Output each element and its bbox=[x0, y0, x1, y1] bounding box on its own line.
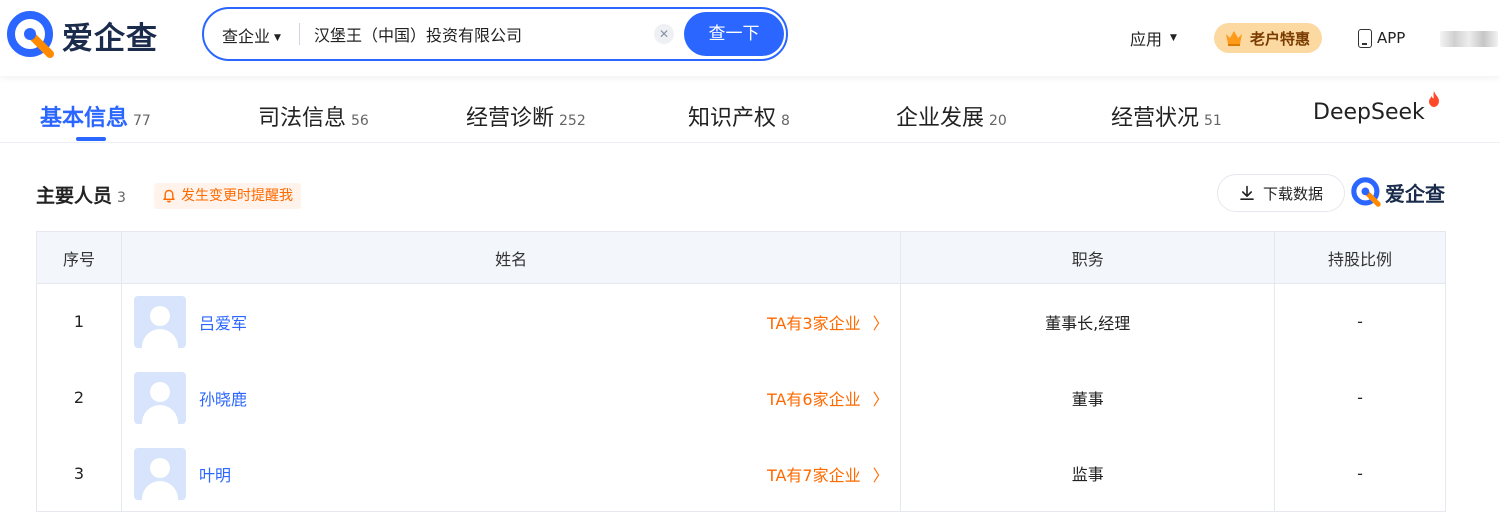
row-index: 2 bbox=[36, 359, 122, 436]
key-personnel-table: 序号 姓名 职务 持股比例 1 吕爱军 TA有3家企业〉 董事长,经理 - 2 … bbox=[36, 231, 1446, 512]
avatar-icon[interactable] bbox=[133, 447, 186, 500]
crown-icon bbox=[1226, 31, 1242, 46]
tab-count: 8 bbox=[781, 113, 790, 129]
brand-logo[interactable]: 爱企查 bbox=[6, 10, 158, 60]
person-name-link[interactable]: 孙晓鹿 bbox=[199, 386, 247, 410]
tab-count: 252 bbox=[559, 113, 586, 129]
bell-icon bbox=[163, 189, 175, 203]
name-cell: 叶明 TA有7家企业〉 bbox=[120, 435, 902, 512]
chevron-right-icon: 〉 bbox=[872, 389, 889, 409]
tab-label: 企业发展 bbox=[896, 106, 985, 131]
apps-menu[interactable]: 应用 ▼ bbox=[1130, 22, 1177, 54]
brand-watermark-text: 爱企查 bbox=[1385, 181, 1445, 206]
col-header-name: 姓名 bbox=[120, 231, 902, 284]
tab-deepseek[interactable]: DeepSeek bbox=[1313, 91, 1440, 125]
tab-operating-status[interactable]: 经营状况 51 bbox=[1111, 100, 1222, 132]
position-cell: 监事 bbox=[900, 435, 1276, 512]
tab-operation-diagnosis[interactable]: 经营诊断 252 bbox=[466, 100, 586, 132]
tab-label: 司法信息 bbox=[258, 106, 347, 131]
related-companies-link[interactable]: TA有7家企业〉 bbox=[767, 462, 889, 486]
tab-label: 知识产权 bbox=[688, 106, 777, 131]
section-count: 3 bbox=[117, 190, 126, 206]
download-data-button[interactable]: 下载数据 bbox=[1217, 174, 1345, 212]
chevron-right-icon: 〉 bbox=[872, 465, 889, 485]
tab-label: 基本信息 bbox=[40, 106, 129, 131]
related-companies-link[interactable]: TA有3家企业〉 bbox=[767, 310, 889, 334]
fire-icon bbox=[1428, 91, 1439, 107]
search-button[interactable]: 查一下 bbox=[684, 12, 784, 56]
apps-label: 应用 bbox=[1130, 30, 1163, 49]
table-row: 3 叶明 TA有7家企业〉 监事 - bbox=[36, 435, 1446, 512]
name-cell: 孙晓鹿 TA有6家企业〉 bbox=[120, 359, 902, 436]
section-title-text: 主要人员 bbox=[36, 185, 113, 207]
brand-watermark: 爱企查 bbox=[1350, 176, 1445, 208]
col-header-position: 职务 bbox=[900, 231, 1276, 284]
caret-down-icon: ▼ bbox=[1170, 33, 1177, 43]
tab-label: 经营状况 bbox=[1111, 106, 1200, 131]
related-companies-text: TA有7家企业 bbox=[766, 465, 861, 485]
share-cell: - bbox=[1274, 359, 1446, 436]
section-tabs: 基本信息 77 司法信息 56 经营诊断 252 知识产权 8 企业发展 20 经营状况 5… bbox=[0, 88, 1500, 143]
share-cell: - bbox=[1274, 283, 1446, 360]
row-index: 1 bbox=[36, 283, 122, 360]
related-companies-text: TA有6家企业 bbox=[766, 389, 861, 409]
logo-text: 爱企查 bbox=[62, 20, 158, 57]
caret-down-icon: ▼ bbox=[274, 32, 281, 43]
name-cell: 吕爱军 TA有3家企业〉 bbox=[120, 283, 902, 360]
related-companies-link[interactable]: TA有6家企业〉 bbox=[767, 386, 889, 410]
tab-count: 77 bbox=[133, 113, 151, 129]
download-icon bbox=[1240, 185, 1254, 200]
vip-promo-button[interactable]: 老户特惠 bbox=[1214, 23, 1323, 53]
col-header-share: 持股比例 bbox=[1274, 231, 1446, 284]
related-companies-text: TA有3家企业 bbox=[766, 314, 861, 333]
search-divider bbox=[299, 23, 300, 45]
tab-enterprise-development[interactable]: 企业发展 20 bbox=[896, 100, 1007, 132]
tab-count: 56 bbox=[351, 113, 369, 129]
logo-q-icon bbox=[1351, 177, 1381, 207]
change-reminder-button[interactable]: 发生变更时提醒我 bbox=[154, 183, 301, 209]
share-cell: - bbox=[1274, 435, 1446, 512]
user-account-blurred[interactable] bbox=[1440, 31, 1498, 47]
person-name-link[interactable]: 叶明 bbox=[199, 462, 231, 486]
table-row: 2 孙晓鹿 TA有6家企业〉 董事 - bbox=[36, 359, 1446, 436]
position-cell: 董事 bbox=[900, 359, 1276, 436]
position-cell: 董事长,经理 bbox=[900, 283, 1276, 360]
tab-judicial-info[interactable]: 司法信息 56 bbox=[258, 100, 369, 132]
tab-count: 20 bbox=[989, 113, 1007, 129]
avatar-icon[interactable] bbox=[133, 296, 186, 348]
col-header-index: 序号 bbox=[36, 231, 122, 284]
table-row: 1 吕爱军 TA有3家企业〉 董事长,经理 - bbox=[36, 283, 1446, 360]
section-title: 主要人员 3 bbox=[36, 181, 126, 208]
row-index: 3 bbox=[36, 435, 122, 512]
top-header: 爱企查 查企业▼ ✕ 查一下 应用▼ 老户特惠 APP bbox=[0, 0, 1500, 76]
person-name-link[interactable]: 吕爱军 bbox=[199, 310, 247, 334]
search-type-select[interactable]: 查企业 ▼ bbox=[222, 23, 281, 47]
chevron-right-icon: 〉 bbox=[872, 314, 889, 333]
search-type-label: 查企业 bbox=[222, 27, 271, 46]
app-download-link[interactable]: APP bbox=[1358, 22, 1405, 54]
tab-label: 经营诊断 bbox=[466, 106, 555, 131]
remind-label: 发生变更时提醒我 bbox=[181, 188, 293, 204]
tab-label: DeepSeek bbox=[1313, 100, 1425, 125]
vip-label: 老户特惠 bbox=[1250, 29, 1311, 48]
tab-count: 51 bbox=[1204, 113, 1222, 129]
tab-basic-info[interactable]: 基本信息 77 bbox=[40, 100, 151, 132]
tab-intellectual-property[interactable]: 知识产权 8 bbox=[688, 100, 790, 132]
app-label: APP bbox=[1377, 29, 1406, 47]
search-input[interactable] bbox=[314, 20, 644, 48]
table-header-row: 序号 姓名 职务 持股比例 bbox=[36, 231, 1446, 284]
clear-icon[interactable]: ✕ bbox=[654, 24, 674, 44]
download-label: 下载数据 bbox=[1262, 184, 1323, 203]
active-tab-indicator bbox=[76, 137, 106, 141]
phone-icon bbox=[1358, 28, 1372, 48]
search-box: 查企业▼ ✕ 查一下 bbox=[202, 7, 788, 61]
logo-q-icon bbox=[7, 11, 54, 58]
avatar-icon[interactable] bbox=[133, 371, 186, 424]
